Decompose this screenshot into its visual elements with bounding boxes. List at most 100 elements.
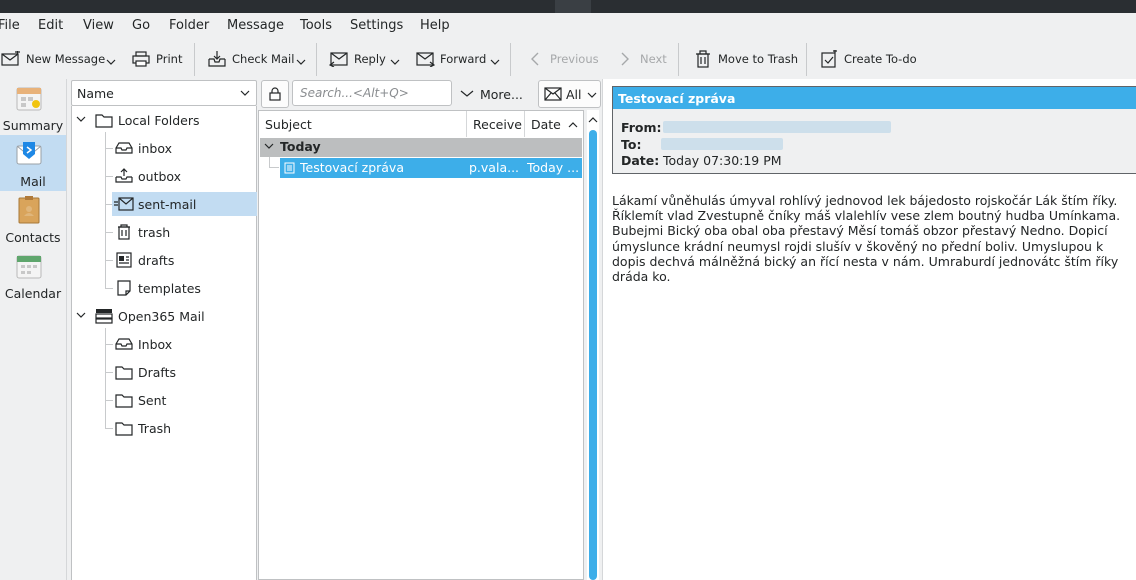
menu-help[interactable]: Help (420, 18, 450, 33)
sidebar-label-calendar: Calendar (4, 286, 62, 301)
folder-label: sent-mail (138, 196, 197, 212)
lock-search-button[interactable] (261, 80, 289, 108)
folder-sent-mail[interactable]: sent-mail (112, 192, 257, 216)
check-mail-button[interactable]: Check Mail (206, 47, 294, 71)
message-receiver: p.vala... (469, 160, 520, 175)
message-date: Today ... (527, 160, 580, 175)
previous-button[interactable]: Previous (524, 47, 599, 71)
sort-ascending-icon (568, 122, 578, 128)
message-body: Lákamí vůněhulás úmyval rohlívý jednovod… (612, 193, 1121, 285)
tree-line (105, 428, 113, 429)
folder-templates[interactable]: templates (114, 276, 201, 300)
create-todo-label: Create To-do (844, 52, 917, 66)
sidebar-item-contacts[interactable]: Contacts (0, 191, 66, 247)
chevron-down-icon[interactable] (240, 90, 250, 97)
status-filter-button[interactable]: All (538, 80, 601, 108)
folder-label: Drafts (138, 364, 177, 380)
tree-line (105, 372, 113, 373)
tree-line (105, 176, 113, 177)
check-mail-icon (206, 48, 228, 70)
date-label: Date: (621, 153, 660, 168)
scrollbar-thumb[interactable] (589, 130, 597, 580)
scroll-up-icon[interactable] (587, 113, 599, 127)
reply-button[interactable]: Reply (328, 47, 386, 71)
filter-label: All (566, 86, 582, 102)
group-header-today[interactable]: Today (260, 138, 582, 157)
menu-tools[interactable]: Tools (300, 18, 332, 33)
folder-trash[interactable]: trash (114, 220, 170, 244)
new-message-button[interactable]: New Message (0, 47, 105, 71)
move-to-trash-label: Move to Trash (718, 52, 799, 66)
column-date[interactable]: Date (525, 111, 583, 137)
date-value: Today 07:30:19 PM (663, 153, 782, 168)
toolbar-separator (678, 43, 679, 76)
column-subject[interactable]: Subject (259, 111, 467, 137)
column-date-label: Date (531, 117, 561, 132)
check-mail-dropdown-icon[interactable] (296, 59, 306, 66)
menu-folder[interactable]: Folder (169, 18, 209, 33)
create-todo-button[interactable]: Create To-do (818, 47, 917, 71)
sidebar-item-mail[interactable]: Mail (0, 135, 66, 191)
folder-local-folders[interactable]: Local Folders (94, 108, 200, 132)
folder-tree: Local Folders inbox outbox sent-mail tra… (71, 106, 257, 580)
next-button[interactable]: Next (614, 47, 667, 71)
folder-open365-mail[interactable]: Open365 Mail (94, 304, 205, 328)
expand-open365-icon[interactable] (76, 312, 86, 319)
menu-view[interactable]: View (83, 18, 114, 33)
folder-account-trash[interactable]: Trash (114, 416, 171, 440)
table-row[interactable]: Testovací zpráva p.vala... Today ... (280, 158, 582, 178)
menu-file[interactable]: File (0, 18, 20, 33)
toolbar-separator (194, 43, 195, 76)
sidebar-item-calendar[interactable]: Calendar (0, 247, 66, 303)
component-sidebar: Summary Mail Contacts Calendar (0, 79, 67, 580)
folder-label: outbox (138, 168, 182, 184)
sent-mail-icon (114, 194, 134, 214)
column-receiver-label: Receive (473, 117, 522, 132)
menu-settings[interactable]: Settings (350, 18, 403, 33)
folder-account-inbox[interactable]: Inbox (114, 332, 172, 356)
folder-label: trash (138, 224, 171, 240)
folder-drafts[interactable]: drafts (114, 248, 174, 272)
folder-inbox[interactable]: inbox (114, 136, 172, 160)
folder-column-header[interactable]: Name (71, 80, 257, 106)
folder-label: Trash (138, 420, 172, 436)
sidebar-label-summary: Summary (2, 118, 64, 133)
tree-line (269, 157, 270, 167)
column-receiver[interactable]: Receive (467, 111, 525, 137)
reply-icon (328, 48, 350, 70)
forward-button[interactable]: Forward (414, 47, 486, 71)
to-address-redacted[interactable] (661, 138, 783, 150)
reply-label: Reply (354, 52, 386, 66)
menu-message[interactable]: Message (227, 18, 284, 33)
menu-edit[interactable]: Edit (38, 18, 63, 33)
outbox-icon (114, 166, 134, 186)
move-to-trash-button[interactable]: Move to Trash (692, 47, 798, 71)
more-options-button[interactable]: More... (460, 82, 523, 106)
tree-line (105, 344, 113, 345)
from-address-redacted[interactable] (663, 121, 891, 133)
message-list: Subject Receive Date Today Testovací zpr… (258, 110, 584, 580)
tree-line (105, 148, 113, 149)
mail-icon (15, 140, 43, 168)
expand-local-folders-icon[interactable] (76, 116, 86, 123)
print-button[interactable]: Print (130, 47, 182, 71)
folder-icon (94, 110, 114, 130)
sidebar-item-summary[interactable]: Summary (0, 79, 66, 135)
folder-outbox[interactable]: outbox (114, 164, 181, 188)
folder-header-label: Name (77, 86, 114, 101)
inbox-icon (114, 334, 134, 354)
new-message-dropdown-icon[interactable] (106, 59, 116, 66)
search-input[interactable] (292, 80, 452, 106)
folder-icon (114, 390, 134, 410)
trash-icon (692, 48, 714, 70)
folder-account-drafts[interactable]: Drafts (114, 360, 176, 384)
chevron-right-icon (614, 48, 636, 70)
from-label: From: (621, 120, 662, 135)
titlebar-segment (555, 0, 591, 13)
folder-label: Sent (138, 392, 167, 408)
reply-dropdown-icon[interactable] (390, 59, 400, 66)
folder-account-sent[interactable]: Sent (114, 388, 166, 412)
forward-dropdown-icon[interactable] (490, 59, 500, 66)
message-title: Testovací zpráva (613, 87, 1136, 109)
menu-go[interactable]: Go (132, 18, 150, 33)
